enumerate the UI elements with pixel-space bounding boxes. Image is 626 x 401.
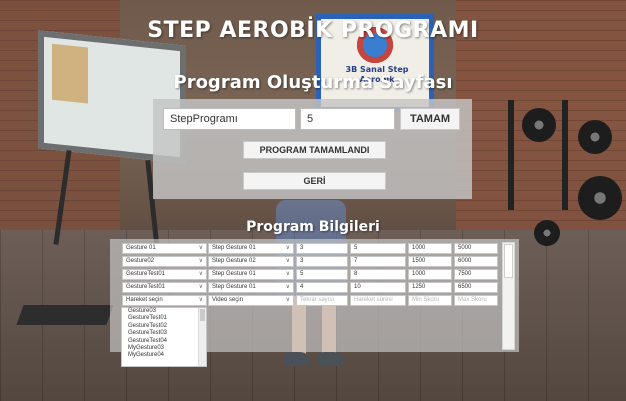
movement-select[interactable]: Gesture02 xyxy=(122,256,207,267)
duration-input[interactable]: Hareket süresi xyxy=(350,295,406,306)
character-shoe xyxy=(284,352,310,366)
min-score-input[interactable]: Min Skoru xyxy=(408,295,452,306)
program-complete-button[interactable]: PROGRAM TAMAMLANDI xyxy=(243,141,386,159)
back-button[interactable]: GERİ xyxy=(243,172,386,190)
repeat-input[interactable]: Tekrar sayısı xyxy=(296,295,348,306)
movement-select[interactable]: Gesture 01 xyxy=(122,243,207,254)
duration-input[interactable]: 7 xyxy=(350,256,406,267)
dropdown-scrollbar-thumb[interactable] xyxy=(200,309,205,321)
duration-input[interactable]: 8 xyxy=(350,269,406,280)
program-name-input[interactable]: StepProgramı xyxy=(163,108,296,130)
dropdown-scrollbar[interactable] xyxy=(198,308,206,366)
character-shoe xyxy=(318,352,344,366)
movement-select[interactable]: Hareket seçin xyxy=(122,295,207,306)
movement-select[interactable]: GestureTest01 xyxy=(122,269,207,280)
min-score-input[interactable]: 1500 xyxy=(408,256,452,267)
table-scrollbar[interactable] xyxy=(502,242,515,350)
max-score-input[interactable]: Max Skoru xyxy=(454,295,498,306)
dropdown-option[interactable]: GestureTest03 xyxy=(122,330,206,337)
movement-count-input[interactable]: 5 xyxy=(300,108,395,130)
dropdown-option[interactable]: GestureTest01 xyxy=(122,315,206,322)
max-score-input[interactable]: 5000 xyxy=(454,243,498,254)
dropdown-option[interactable]: MyGesture03 xyxy=(122,345,206,352)
min-score-input[interactable]: 1000 xyxy=(408,243,452,254)
table-scrollbar-thumb[interactable] xyxy=(504,244,513,278)
weight-plate xyxy=(578,120,612,154)
page-main-title: STEP AEROBİK PROGRAMI xyxy=(147,18,479,43)
program-info-title: Program Bilgileri xyxy=(246,219,380,235)
weight-plate xyxy=(578,176,622,220)
video-select[interactable]: Step Gesture 02 xyxy=(208,256,294,267)
duration-input[interactable]: 5 xyxy=(350,243,406,254)
movement-dropdown-list: Gesture03 GestureTest01 GestureTest02 Ge… xyxy=(121,307,207,367)
repeat-input[interactable]: 5 xyxy=(296,269,348,280)
repeat-input[interactable]: 4 xyxy=(296,282,348,293)
bench xyxy=(16,305,114,325)
repeat-input[interactable]: 3 xyxy=(296,256,348,267)
max-score-input[interactable]: 6500 xyxy=(454,282,498,293)
page-subtitle: Program Oluşturma Sayfası xyxy=(173,72,453,93)
video-select[interactable]: Step Gesture 01 xyxy=(208,243,294,254)
movement-select[interactable]: GestureTest01 xyxy=(122,282,207,293)
dropdown-option[interactable]: GestureTest02 xyxy=(122,323,206,330)
repeat-input[interactable]: 3 xyxy=(296,243,348,254)
tamam-button[interactable]: TAMAM xyxy=(400,108,460,130)
dropdown-option[interactable]: GestureTest04 xyxy=(122,338,206,345)
weight-plate xyxy=(522,108,556,142)
max-score-input[interactable]: 6000 xyxy=(454,256,498,267)
min-score-input[interactable]: 1250 xyxy=(408,282,452,293)
video-select[interactable]: Step Gesture 01 xyxy=(208,269,294,280)
dropdown-option[interactable]: Gesture03 xyxy=(122,308,206,315)
max-score-input[interactable]: 7500 xyxy=(454,269,498,280)
video-select[interactable]: Step Gesture 01 xyxy=(208,282,294,293)
program-form-panel: StepProgramı 5 TAMAM PROGRAM TAMAMLANDI … xyxy=(153,99,472,199)
duration-input[interactable]: 10 xyxy=(350,282,406,293)
min-score-input[interactable]: 1000 xyxy=(408,269,452,280)
dropdown-option[interactable]: MyGesture04 xyxy=(122,352,206,359)
video-select[interactable]: Video seçin xyxy=(208,295,294,306)
